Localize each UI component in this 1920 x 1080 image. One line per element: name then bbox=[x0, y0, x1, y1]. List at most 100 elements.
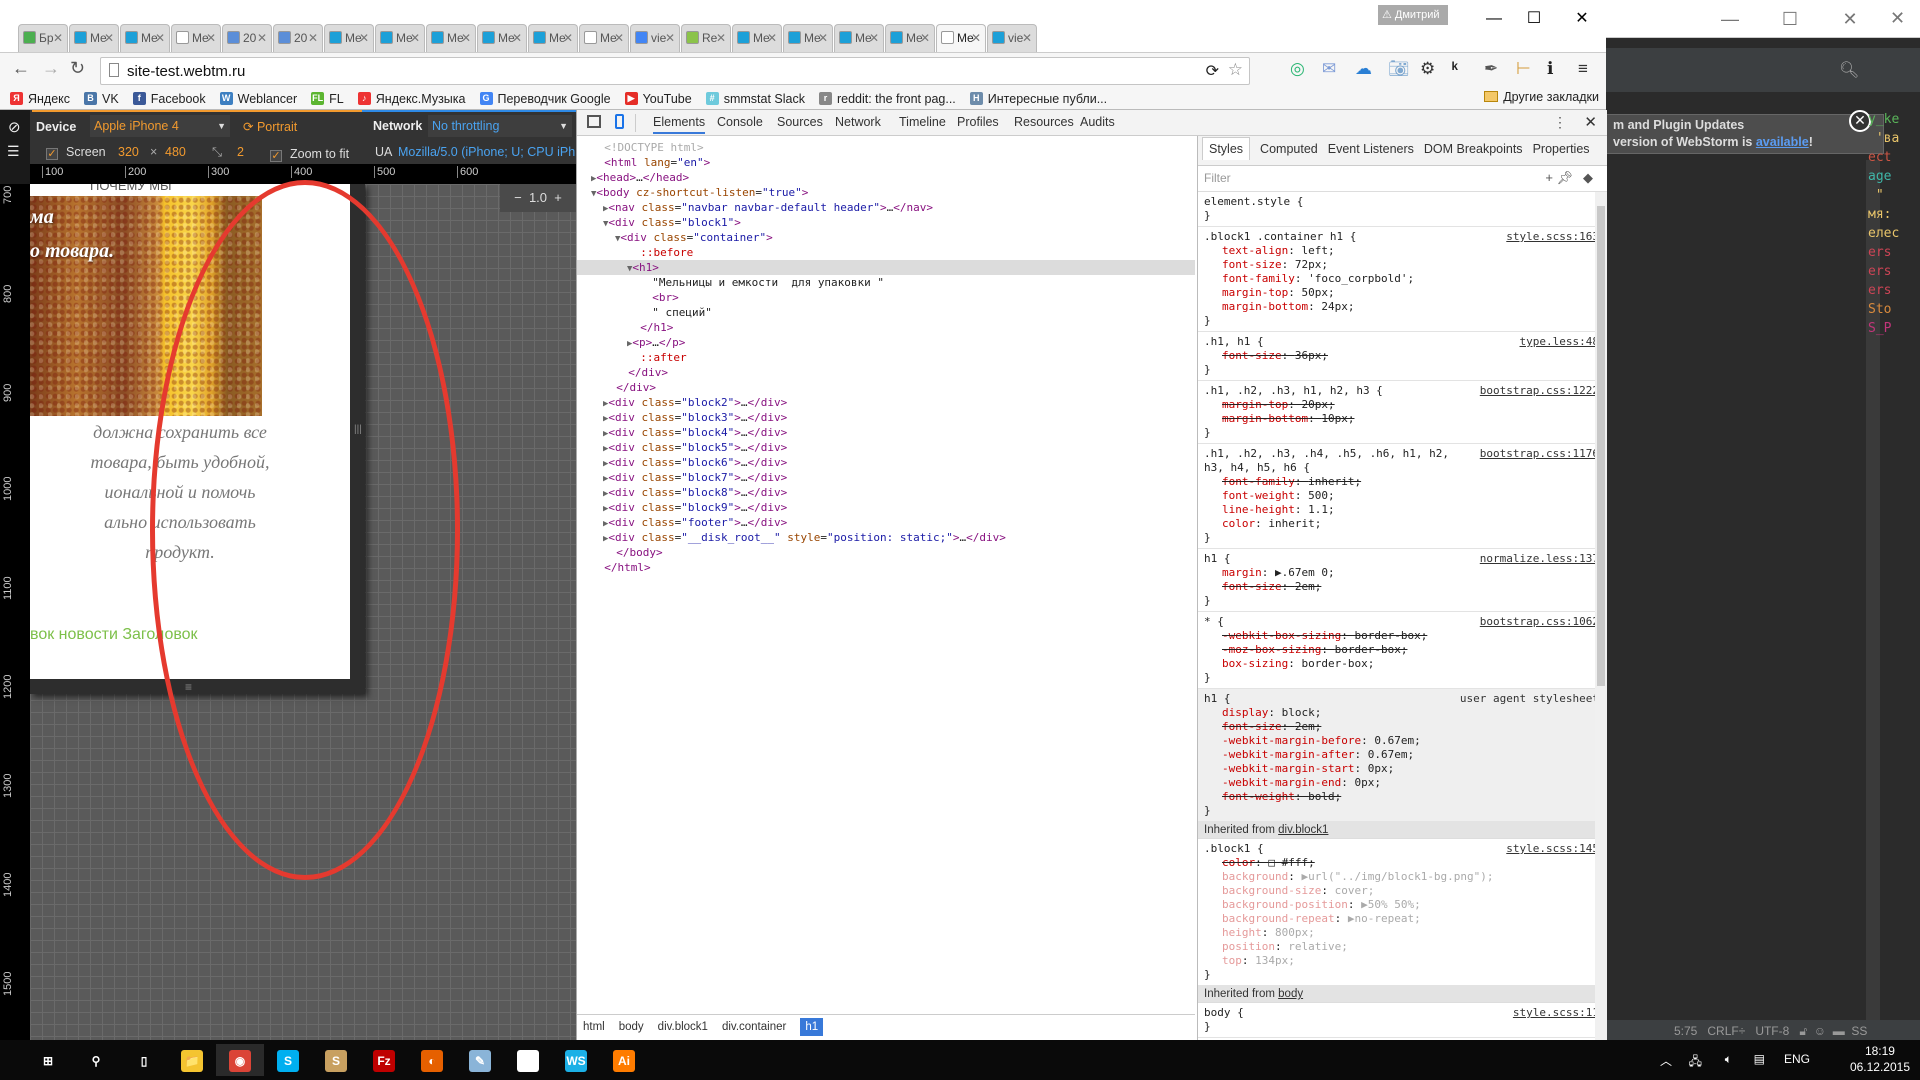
close-tab-icon[interactable]: ✕ bbox=[767, 25, 777, 51]
dom-node[interactable]: <br> bbox=[577, 290, 1195, 305]
property-value[interactable]: inherit; bbox=[1308, 475, 1361, 488]
close-tab-icon[interactable]: ✕ bbox=[512, 25, 522, 51]
property-value[interactable]: 10px; bbox=[1321, 412, 1354, 425]
bookmark-item[interactable]: B VK bbox=[84, 92, 119, 106]
property-name[interactable]: text-align bbox=[1222, 244, 1288, 257]
browser-tab[interactable]: Me ✕ bbox=[936, 24, 986, 52]
close-tab-icon[interactable]: ✕ bbox=[869, 25, 879, 51]
rule-source-link[interactable]: bootstrap.css:1062 bbox=[1480, 615, 1599, 629]
property-name[interactable]: color bbox=[1222, 856, 1255, 869]
search-icon[interactable]: 🔍︎ bbox=[1839, 60, 1859, 80]
property-value[interactable]: □ #fff; bbox=[1268, 856, 1314, 869]
css-property[interactable]: background: ▶url("../img/block1-bg.png")… bbox=[1204, 870, 1601, 884]
property-value[interactable]: bold; bbox=[1308, 790, 1341, 803]
styles-scrollbar[interactable] bbox=[1595, 192, 1607, 1040]
css-property[interactable]: background-position: ▶50% 50%; bbox=[1204, 898, 1601, 912]
tab-timeline[interactable]: Timeline bbox=[899, 115, 946, 129]
dom-node[interactable]: </body> bbox=[577, 545, 1195, 560]
browser-tab[interactable]: Me ✕ bbox=[885, 24, 935, 52]
dom-node[interactable]: </div> bbox=[577, 365, 1195, 380]
dom-node-selected[interactable]: ▼<h1> bbox=[577, 260, 1195, 275]
device-screen[interactable]: ПОЧЕМУ МЫ ма о товара. должна сохранить … bbox=[30, 184, 350, 679]
rule-selector[interactable]: element.style { bbox=[1204, 195, 1601, 209]
property-name[interactable]: margin-bottom bbox=[1222, 300, 1308, 313]
property-value[interactable]: border-box; bbox=[1354, 629, 1427, 642]
css-property[interactable]: -webkit-margin-start: 0px; bbox=[1204, 762, 1601, 776]
css-property[interactable]: font-size: 36px; bbox=[1204, 349, 1601, 363]
tab-elements[interactable]: Elements bbox=[653, 115, 706, 134]
language-indicator[interactable]: ENG bbox=[1784, 1052, 1810, 1066]
browser-tab[interactable]: Me ✕ bbox=[579, 24, 629, 52]
dom-node[interactable]: ▶<div class="block8">…</div> bbox=[577, 485, 1195, 500]
close-devtools-icon[interactable]: ✕ bbox=[1584, 113, 1597, 131]
property-name[interactable]: font-size bbox=[1222, 580, 1282, 593]
property-name[interactable]: font-size bbox=[1222, 349, 1282, 362]
css-property[interactable]: -webkit-margin-before: 0.67em; bbox=[1204, 734, 1601, 748]
dom-node[interactable]: ▶<nav class="navbar navbar-default heade… bbox=[577, 200, 1195, 215]
breadcrumb-item[interactable]: div.block1 bbox=[658, 1021, 708, 1033]
close-tab-icon[interactable]: ✕ bbox=[206, 25, 216, 51]
property-name[interactable]: -webkit-margin-before bbox=[1222, 734, 1361, 747]
network-select[interactable]: No throttling ▼ bbox=[428, 115, 572, 137]
close-tab-icon[interactable]: ✕ bbox=[614, 25, 624, 51]
property-value[interactable]: 2em; bbox=[1295, 720, 1322, 733]
media-queries-icon[interactable]: ☰ bbox=[7, 143, 20, 160]
dom-node[interactable]: ▶<div class="block9">…</div> bbox=[577, 500, 1195, 515]
property-value[interactable]: 72px; bbox=[1295, 258, 1328, 271]
breadcrumb-item[interactable]: body bbox=[619, 1021, 644, 1033]
bookmark-item[interactable]: FL FL bbox=[311, 92, 344, 106]
notifications-icon[interactable]: ▤ bbox=[1754, 1052, 1765, 1066]
css-property[interactable]: color: □ #fff; bbox=[1204, 856, 1601, 870]
css-property[interactable]: -webkit-box-sizing: border-box; bbox=[1204, 629, 1601, 643]
rule-source-link[interactable]: normalize.less:137 bbox=[1480, 552, 1599, 566]
property-name[interactable]: margin-bottom bbox=[1222, 412, 1308, 425]
dom-node[interactable]: <html lang="en"> bbox=[577, 155, 1195, 170]
browser-tab[interactable]: Me ✕ bbox=[783, 24, 833, 52]
property-value[interactable]: 0px; bbox=[1368, 762, 1395, 775]
styles-tab[interactable]: Computed bbox=[1260, 142, 1318, 156]
css-property[interactable]: font-size: 2em; bbox=[1204, 580, 1601, 594]
bookmark-item[interactable]: W Weblancer bbox=[219, 92, 297, 106]
property-value[interactable]: 134px; bbox=[1255, 954, 1295, 967]
browser-tab[interactable]: Me ✕ bbox=[324, 24, 374, 52]
ua-input[interactable]: Mozilla/5.0 (iPhone; U; CPU iPh... bbox=[398, 145, 586, 159]
close-tab-icon[interactable]: ✕ bbox=[665, 25, 675, 51]
screen-checkbox[interactable]: ✓ Screen bbox=[46, 145, 106, 160]
dom-node[interactable]: ▶<div class="__disk_root__" style="posit… bbox=[577, 530, 1195, 545]
property-name[interactable]: height bbox=[1222, 926, 1262, 939]
pin-icon[interactable]: 📌︎ bbox=[1556, 170, 1573, 186]
dom-node[interactable]: ▶<div class="footer">…</div> bbox=[577, 515, 1195, 530]
rule-source-link[interactable]: bootstrap.css:1176 bbox=[1480, 447, 1599, 461]
close-tab-icon[interactable]: ✕ bbox=[53, 25, 63, 51]
address-bar[interactable]: site-test.webtm.ru ⟳ ☆ bbox=[100, 57, 1250, 85]
dom-node[interactable]: ▶<div class="block3">…</div> bbox=[577, 410, 1195, 425]
dom-node[interactable]: </h1> bbox=[577, 320, 1195, 335]
screen-height-input[interactable]: 480 bbox=[165, 145, 186, 159]
cloud-extension-icon[interactable]: ☁ bbox=[1355, 59, 1372, 79]
css-property[interactable]: -webkit-margin-end: 0px; bbox=[1204, 776, 1601, 790]
property-value[interactable]: ▶no-repeat; bbox=[1348, 912, 1421, 925]
property-value[interactable]: 20px; bbox=[1301, 398, 1334, 411]
property-value[interactable]: 24px; bbox=[1321, 300, 1354, 313]
zoom-to-fit-checkbox[interactable]: ✓ Zoom to fit bbox=[270, 147, 349, 162]
inherited-source-link[interactable]: body bbox=[1278, 988, 1303, 1000]
tab-resources[interactable]: Resources bbox=[1014, 115, 1074, 129]
rule-source-link[interactable]: bootstrap.css:1222 bbox=[1480, 384, 1599, 398]
dom-node[interactable]: ▶<div class="block2">…</div> bbox=[577, 395, 1195, 410]
dom-node[interactable]: ▶<head>…</head> bbox=[577, 170, 1195, 185]
forward-button[interactable]: → bbox=[42, 58, 60, 79]
property-name[interactable]: display bbox=[1222, 706, 1268, 719]
styles-tab[interactable]: DOM Breakpoints bbox=[1424, 142, 1523, 156]
property-value[interactable]: border-box; bbox=[1335, 643, 1408, 656]
tab-sources[interactable]: Sources bbox=[777, 115, 823, 129]
property-value[interactable]: 36px; bbox=[1295, 349, 1328, 362]
taskbar-photos[interactable]: ▲ bbox=[504, 1044, 552, 1076]
zoom-in-button[interactable]: + bbox=[554, 190, 562, 205]
property-value[interactable]: 50px; bbox=[1301, 286, 1334, 299]
extension-green-icon[interactable]: ◎ bbox=[1290, 59, 1305, 79]
reload-button[interactable]: ↻ bbox=[70, 58, 85, 79]
css-property[interactable]: color: inherit; bbox=[1204, 517, 1601, 531]
property-name[interactable]: font-weight bbox=[1222, 489, 1295, 502]
bookmark-star-icon[interactable]: ☆ bbox=[1228, 60, 1243, 80]
css-property[interactable]: position: relative; bbox=[1204, 940, 1601, 954]
